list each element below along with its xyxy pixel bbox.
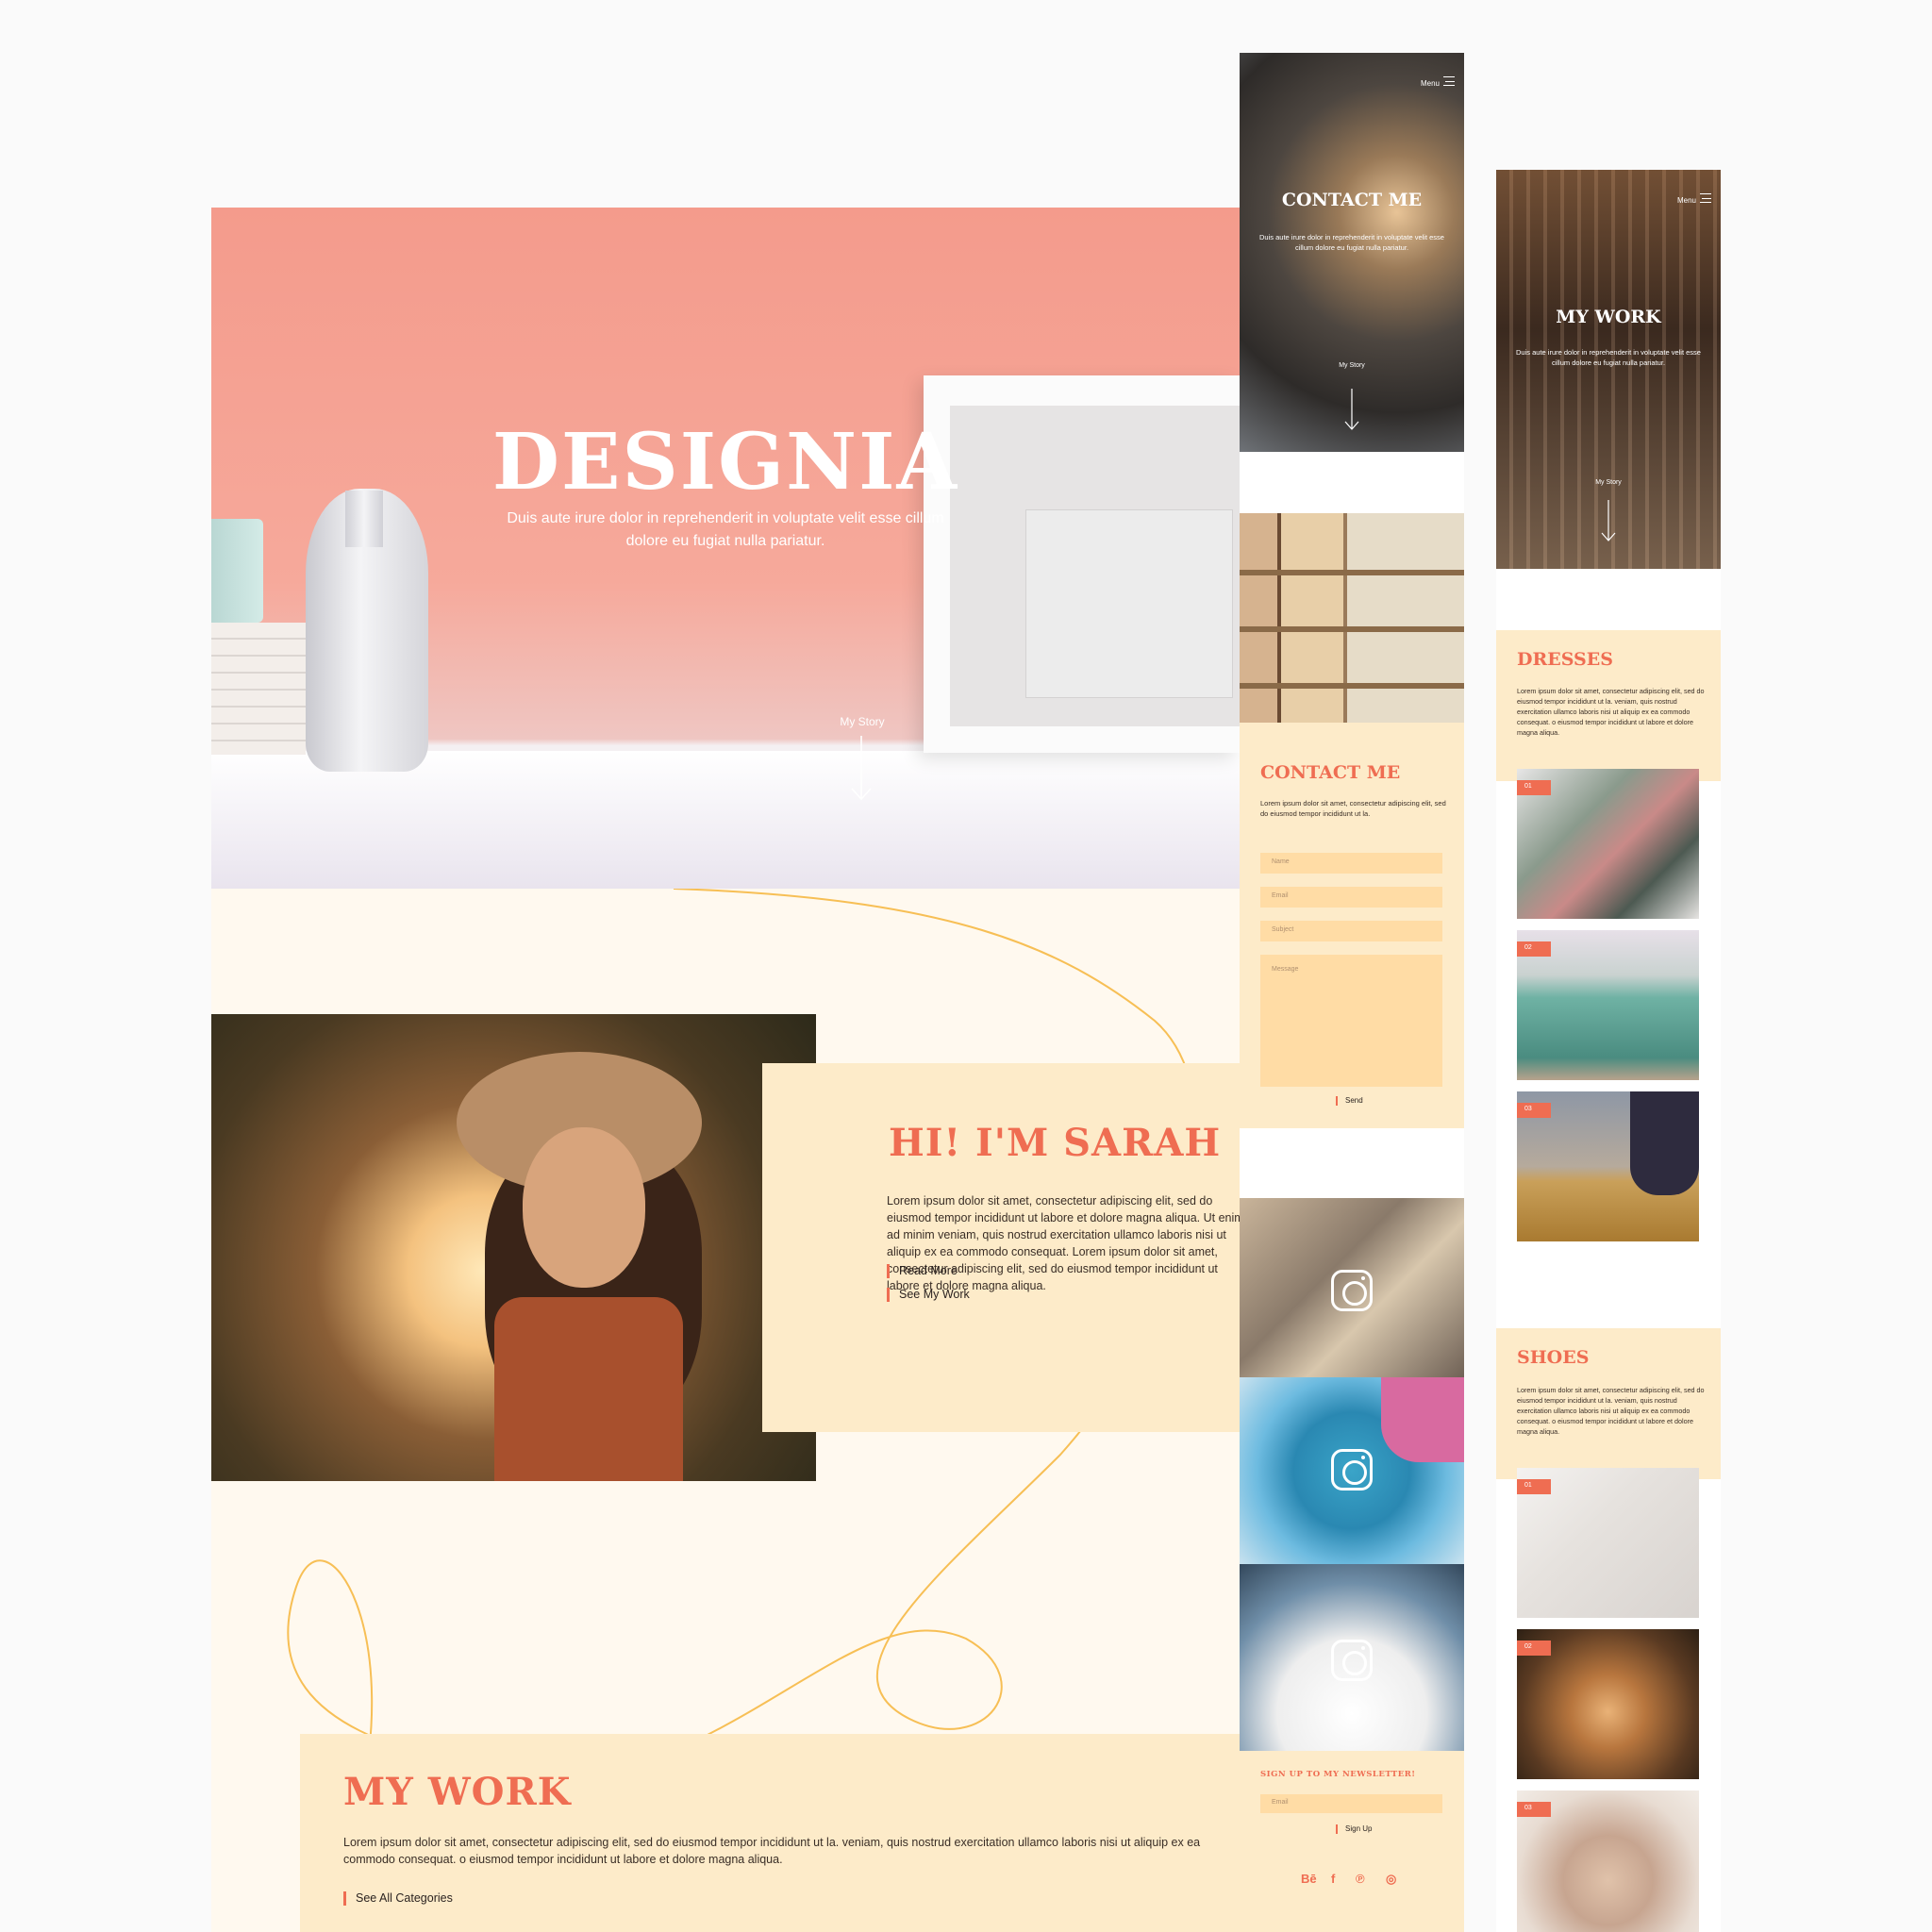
instagram-icon[interactable] bbox=[1331, 1449, 1373, 1491]
contact-hero-title: CONTACT ME bbox=[1281, 190, 1423, 210]
pinterest-icon[interactable]: ℗ bbox=[1356, 1872, 1365, 1886]
behance-icon[interactable]: Bē bbox=[1301, 1872, 1317, 1886]
arrow-down-icon[interactable] bbox=[1344, 389, 1359, 431]
instagram-icon[interactable] bbox=[1331, 1640, 1373, 1681]
newsletter-email-field[interactable]: Email bbox=[1260, 1794, 1442, 1813]
work-mobile-page: Menu MY WORK Duis aute irure dolor in re… bbox=[1496, 170, 1721, 1932]
contact-mobile-page: Menu CONTACT ME Duis aute irure dolor in… bbox=[1240, 53, 1464, 1932]
my-story-link[interactable]: My Story bbox=[796, 715, 928, 728]
dress-photo-2[interactable]: 02 bbox=[1517, 930, 1699, 1080]
item-badge: 01 bbox=[1517, 1479, 1551, 1494]
work-my-story-link[interactable]: My Story bbox=[1496, 479, 1721, 486]
hero-photo-books bbox=[211, 623, 306, 755]
hero-section: DESIGNIA Duis aute irure dolor in repreh… bbox=[211, 208, 1240, 889]
my-work-text: Lorem ipsum dolor sit amet, consectetur … bbox=[343, 1836, 1201, 1866]
shoe-photo-3[interactable]: 03 bbox=[1517, 1790, 1699, 1932]
item-badge: 02 bbox=[1517, 1641, 1551, 1656]
read-more-link[interactable]: Read More bbox=[887, 1264, 958, 1278]
hero-title: DESIGNIA bbox=[491, 417, 959, 508]
sign-up-button[interactable]: Sign Up bbox=[1336, 1824, 1372, 1834]
newsletter-title: SIGN UP TO MY NEWSLETTER! bbox=[1260, 1770, 1416, 1779]
shoes-title: SHOES bbox=[1517, 1347, 1590, 1368]
work-hero: Menu MY WORK Duis aute irure dolor in re… bbox=[1496, 170, 1721, 569]
hero-subtitle: Duis aute irure dolor in reprehenderit i… bbox=[507, 510, 944, 549]
shoe-photo-1[interactable]: 01 bbox=[1517, 1468, 1699, 1618]
contact-hero-subtitle: Duis aute irure dolor in reprehenderit i… bbox=[1259, 233, 1444, 252]
instagram-photo-shoes[interactable] bbox=[1240, 1564, 1464, 1751]
shoes-text: Lorem ipsum dolor sit amet, consectetur … bbox=[1517, 1386, 1705, 1436]
shoe-photo-2[interactable]: 02 bbox=[1517, 1629, 1699, 1779]
send-button[interactable]: Send bbox=[1336, 1096, 1363, 1106]
boutique-photo bbox=[1240, 513, 1464, 723]
desktop-page: DESIGNIA Duis aute irure dolor in repreh… bbox=[211, 208, 1240, 1932]
dress-photo-1[interactable]: 01 bbox=[1517, 769, 1699, 919]
item-badge: 02 bbox=[1517, 941, 1551, 957]
email-field[interactable]: Email bbox=[1260, 887, 1442, 908]
instagram-icon[interactable]: ◎ bbox=[1386, 1872, 1396, 1887]
see-my-work-link[interactable]: See My Work bbox=[887, 1288, 970, 1302]
arrow-down-icon[interactable] bbox=[1601, 500, 1616, 542]
item-badge: 01 bbox=[1517, 780, 1551, 795]
work-hero-subtitle: Duis aute irure dolor in reprehenderit i… bbox=[1516, 348, 1701, 367]
my-work-title: MY WORK bbox=[343, 1770, 572, 1814]
message-field[interactable]: Message bbox=[1260, 955, 1442, 1087]
name-field[interactable]: Name bbox=[1260, 853, 1442, 874]
menu-icon[interactable] bbox=[1443, 76, 1455, 86]
hero-photo-mug bbox=[211, 519, 263, 623]
see-all-categories-link[interactable]: See All Categories bbox=[343, 1891, 453, 1906]
contact-my-story-link[interactable]: My Story bbox=[1240, 362, 1464, 369]
instagram-photo-bag[interactable] bbox=[1240, 1377, 1464, 1564]
sarah-portrait-photo bbox=[211, 1014, 816, 1481]
arrow-down-icon[interactable] bbox=[849, 736, 874, 802]
item-badge: 03 bbox=[1517, 1103, 1551, 1118]
contact-form-text: Lorem ipsum dolor sit amet, consectetur … bbox=[1260, 799, 1446, 818]
contact-hero: Menu CONTACT ME Duis aute irure dolor in… bbox=[1240, 53, 1464, 452]
about-title: HI! I'M SARAH bbox=[889, 1121, 1222, 1165]
instagram-icon[interactable] bbox=[1331, 1270, 1373, 1311]
dresses-title: DRESSES bbox=[1517, 649, 1613, 670]
menu-icon[interactable] bbox=[1700, 193, 1711, 203]
dresses-text: Lorem ipsum dolor sit amet, consectetur … bbox=[1517, 687, 1705, 737]
work-hero-title: MY WORK bbox=[1556, 307, 1661, 327]
about-text: Lorem ipsum dolor sit amet, consectetur … bbox=[887, 1194, 1240, 1292]
item-badge: 03 bbox=[1517, 1802, 1551, 1817]
facebook-icon[interactable]: f bbox=[1331, 1872, 1335, 1886]
subject-field[interactable]: Subject bbox=[1260, 921, 1442, 941]
menu-label[interactable]: Menu bbox=[1421, 79, 1440, 88]
dress-photo-3[interactable]: 03 bbox=[1517, 1091, 1699, 1241]
contact-form-title: CONTACT ME bbox=[1260, 762, 1401, 783]
instagram-photo-hats[interactable] bbox=[1240, 1198, 1464, 1385]
menu-label[interactable]: Menu bbox=[1677, 196, 1696, 205]
